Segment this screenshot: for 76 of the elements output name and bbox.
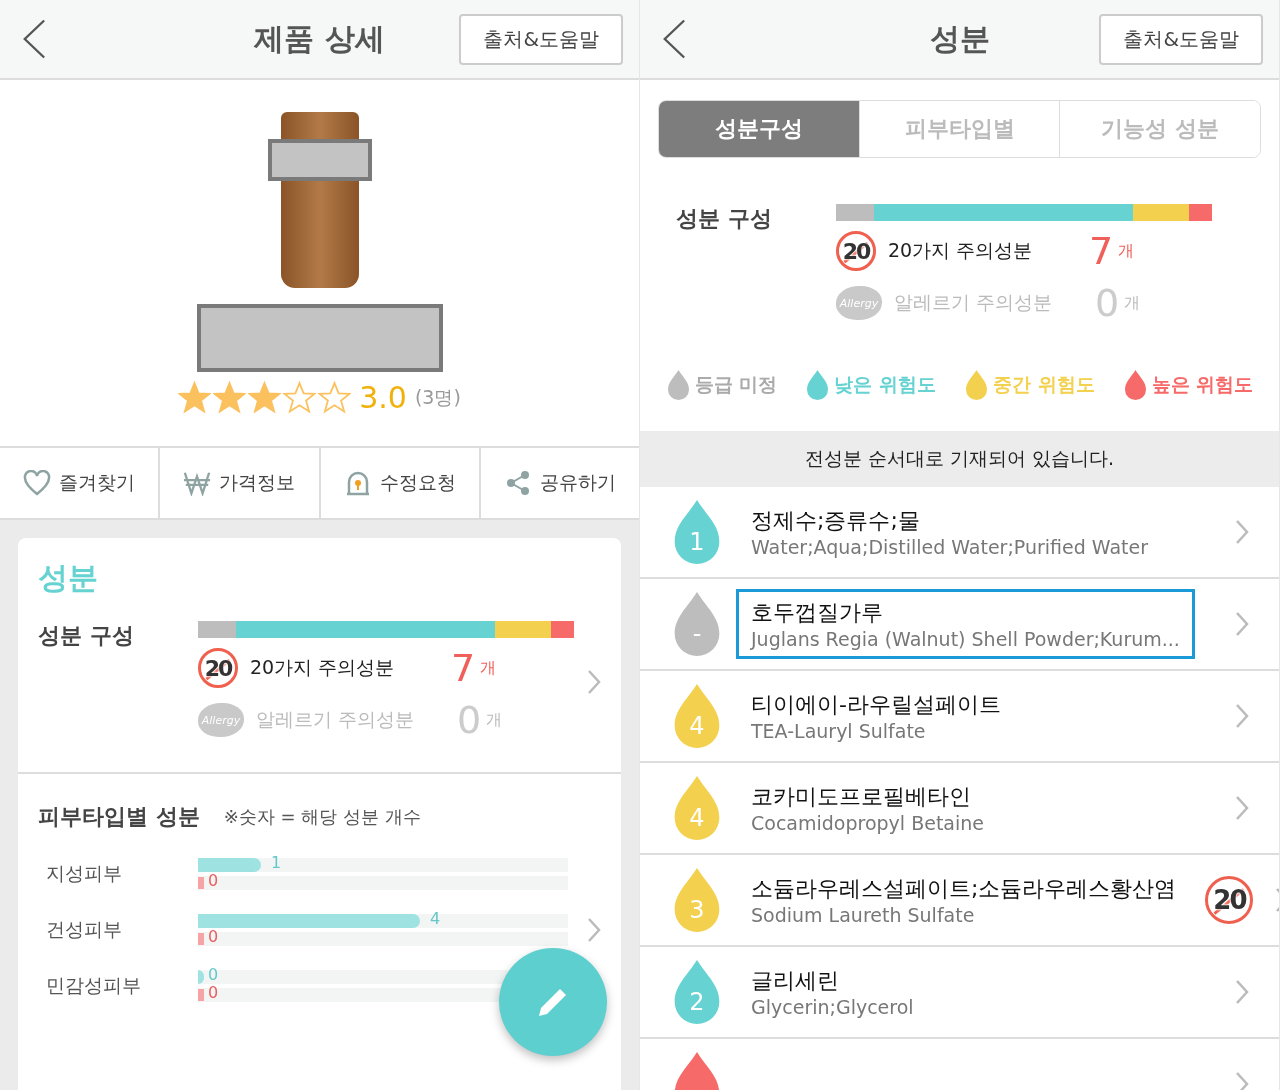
chevron-right-icon (1235, 1071, 1249, 1090)
count-unit: 개 (480, 657, 496, 679)
screen-title: 성분 (929, 19, 990, 58)
heart-icon (23, 470, 52, 496)
bad-count: 0 (208, 872, 219, 890)
won-sign-icon (183, 470, 212, 496)
ingredient-name: 소듐라우레스설페이트;소듐라우레스황산염 (751, 875, 1177, 903)
chevron-right-icon[interactable] (587, 917, 601, 943)
section-label: 성분 구성 (676, 205, 773, 233)
grade-number: 1 (688, 528, 706, 556)
caution-label: 20가지 주의성분 (250, 655, 396, 680)
chevron-right-icon (1235, 519, 1249, 545)
grade-number: - (691, 620, 703, 648)
caution-count: 7 (450, 646, 476, 690)
ingredient-inci-name: TEA-Lauryl Sulfate (751, 720, 927, 742)
caution-label: 알레르기 주의성분 (256, 707, 416, 732)
note-text: ※숫자 = 해당 성분 개수 (223, 805, 421, 829)
count-unit: 개 (1124, 292, 1140, 314)
ingredient-row[interactable]: 4 코카미도프로필베타인 Cocamidopropyl Betaine (640, 763, 1279, 855)
tab[interactable]: 성분구성 (659, 101, 860, 157)
ingredient-name: 코카미도프로필베타인 (751, 783, 972, 811)
star-icon (213, 381, 247, 414)
ingredient-name: 티이에이-라우릴설페이트 (751, 691, 1001, 719)
ingredient-row[interactable]: - 호두껍질가루 Juglans Regia (Walnut) Shell Powder;Kurum... (640, 579, 1279, 671)
grade-number: 2 (688, 988, 706, 1016)
caution-label: 20가지 주의성분 (888, 238, 1034, 263)
review-count: (3명) (414, 384, 461, 410)
ingredient-row[interactable]: 2 글리세린 Glycerin;Glycerol (640, 947, 1279, 1039)
grade-number: 3 (688, 896, 706, 924)
grade-number: 4 (688, 804, 706, 832)
star-icon (318, 381, 352, 414)
skin-type-label: 건성피부 (45, 917, 123, 942)
ingredient-name: 호두껍질가루 (751, 599, 884, 627)
legend-label: 중간 위험도 (993, 372, 1095, 397)
ingredient-row[interactable]: 1 정제수;증류수;물 Water;Aqua;Distilled Water;Purified Water (640, 487, 1279, 579)
skin-type-label: 지성피부 (45, 861, 123, 886)
help-button[interactable]: 출처&도움말 (1099, 13, 1263, 65)
grade-number: 4 (688, 712, 706, 740)
good-count: 0 (208, 966, 219, 984)
good-count: 1 (270, 854, 282, 872)
star-icon (248, 381, 282, 414)
caution-count: 7 (1088, 229, 1114, 273)
count-unit: 개 (486, 709, 502, 731)
notice-bar: 전성분 순서대로 기재되어 있습니다. (640, 431, 1279, 487)
legend-label: 높은 위험도 (1151, 372, 1254, 397)
count-unit: 개 (1118, 240, 1134, 262)
chevron-right-icon[interactable] (587, 668, 601, 695)
skin-type-label: 민감성피부 (45, 973, 142, 998)
ingredient-name: 글리세린 (751, 967, 840, 995)
chevron-right-icon (1235, 795, 1249, 821)
legend-label: 낮은 위험도 (834, 372, 936, 397)
ingredient-inci-name: Cocamidopropyl Betaine (751, 812, 984, 834)
ingredient-row[interactable]: 4 티이에이-라우릴설페이트 TEA-Lauryl Sulfate (640, 671, 1279, 763)
legend-label: 등급 미정 (694, 372, 778, 397)
star-icon (283, 381, 317, 414)
rating-value: 3.0 (359, 380, 407, 415)
screen-title: 제품 상세 (254, 19, 385, 58)
chevron-right-icon (1235, 703, 1249, 729)
ingredient-name: 정제수;증류수;물 (751, 507, 921, 535)
back-icon[interactable] (662, 18, 686, 60)
caution-label: 알레르기 주의성분 (894, 290, 1054, 315)
good-count: 4 (430, 910, 441, 928)
star-icon (178, 381, 212, 414)
card-title: 성분 (37, 559, 99, 597)
help-button[interactable]: 출처&도움말 (459, 13, 623, 65)
chevron-right-icon (1235, 611, 1249, 637)
back-icon[interactable] (22, 18, 46, 60)
ingredient-inci-name: Glycerin;Glycerol (751, 996, 914, 1018)
section-label: 성분 구성 (38, 622, 135, 650)
ingredient-inci-name: Water;Aqua;Distilled Water;Purified Water (751, 536, 1148, 558)
ingredient-inci-name: Sodium Laureth Sulfate (751, 904, 976, 926)
chevron-right-icon (1235, 979, 1249, 1005)
bad-count: 0 (208, 928, 219, 946)
section-label: 피부타입별 성분 (38, 803, 200, 831)
bad-count: 0 (208, 984, 219, 1002)
ingredient-inci-name: Juglans Regia (Walnut) Shell Powder;Kurum... (751, 628, 1180, 650)
